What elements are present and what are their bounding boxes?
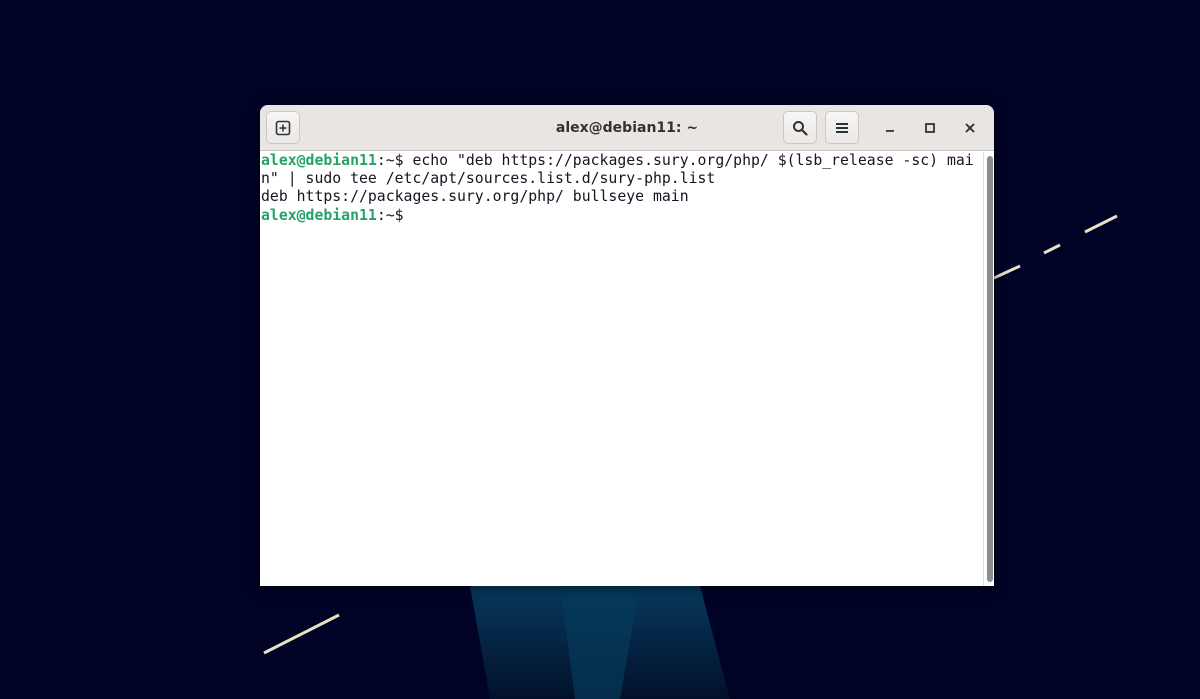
maximize-button[interactable] [916,114,944,142]
terminal-line: n" | sudo tee /etc/apt/sources.list.d/su… [260,170,983,188]
scrollbar[interactable] [983,152,994,586]
search-icon [793,120,808,136]
terminal-line: deb https://packages.sury.org/php/ bulls… [260,188,983,206]
wallpaper-dash [1043,243,1061,255]
prompt-user: alex@debian11 [261,207,377,224]
close-button[interactable] [956,114,984,142]
command-text: echo "deb https://packages.sury.org/php/… [412,152,974,169]
prompt-user: alex@debian11 [261,152,377,169]
close-icon [965,123,975,133]
terminal-window: alex@debian11: ~ alex@debian11:~$ echo "… [260,105,994,586]
text-cursor [412,206,421,223]
output-text: deb https://packages.sury.org/php/ bulls… [261,188,689,205]
new-tab-button[interactable] [266,111,300,144]
terminal-output[interactable]: alex@debian11:~$ echo "deb https://packa… [260,152,983,586]
terminal-line: alex@debian11:~$ echo "deb https://packa… [260,152,983,170]
prompt-path: :~$ [376,207,413,224]
maximize-icon [925,123,935,133]
scrollbar-thumb[interactable] [987,156,993,582]
wallpaper-dash [263,613,340,655]
prompt-path: :~$ [376,152,413,169]
wallpaper-dash [1084,214,1118,234]
terminal-line: alex@debian11:~$ [260,206,983,224]
wallpaper-dash [993,264,1021,280]
minimize-button[interactable] [876,114,904,142]
menu-button[interactable] [825,111,859,144]
new-tab-icon [275,120,291,135]
minimize-icon [886,130,894,132]
terminal-headerbar[interactable]: alex@debian11: ~ [260,105,994,151]
search-button[interactable] [783,111,817,144]
hamburger-menu-icon [836,122,848,133]
command-text: n" | sudo tee /etc/apt/sources.list.d/su… [261,170,716,187]
